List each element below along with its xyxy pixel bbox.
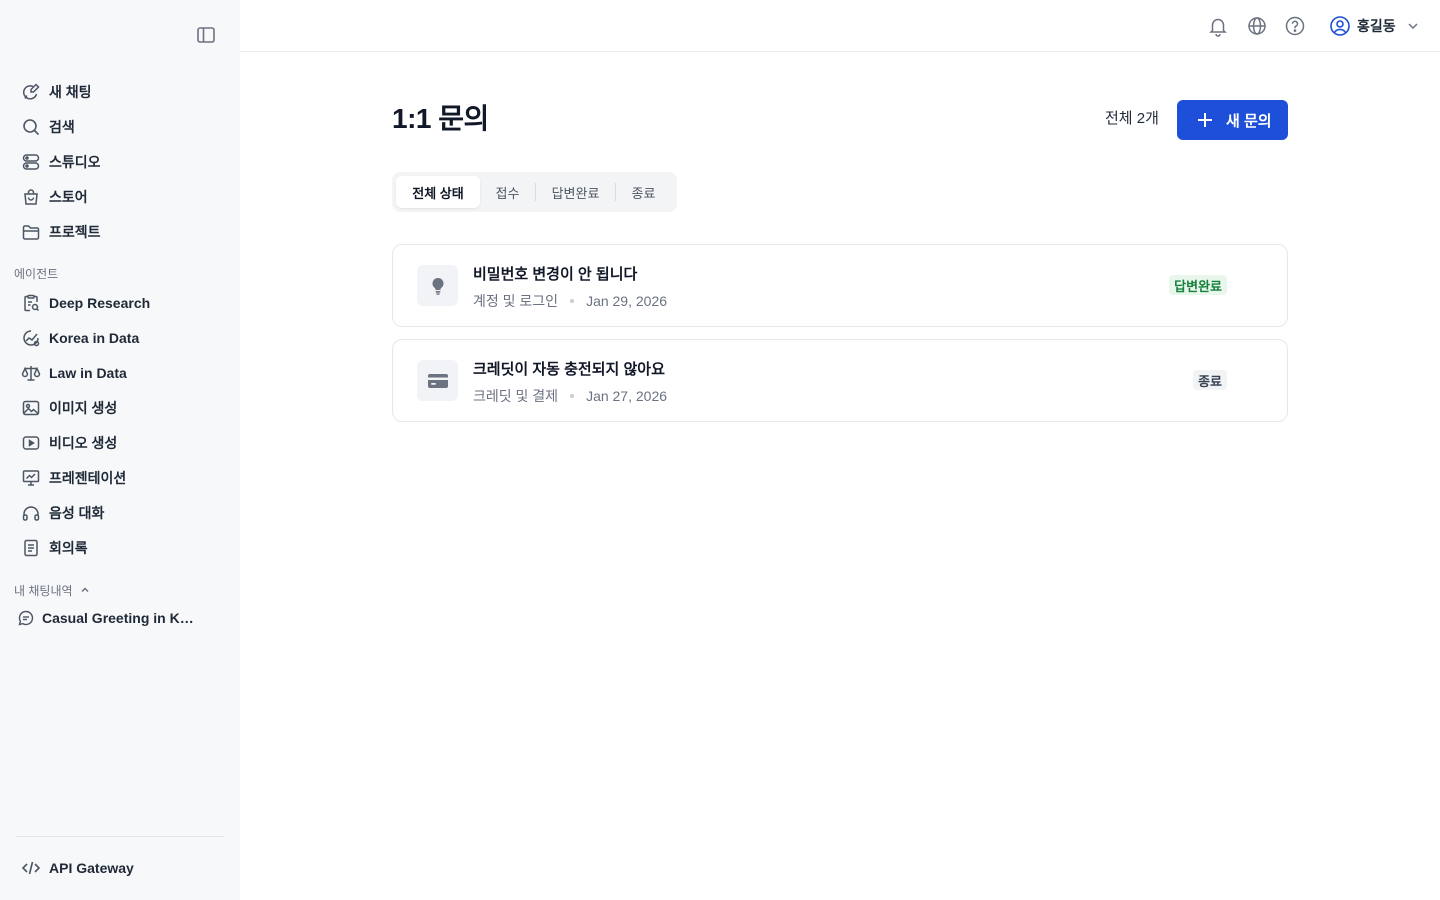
- new-inquiry-label: 새 문의: [1226, 112, 1272, 130]
- history-section-header[interactable]: 내 채팅내역: [0, 579, 240, 601]
- sidebar-nav: 새 채팅 검색 스튜디오 스토어 프로젝트 에이전트 Deep Research…: [0, 74, 240, 633]
- sidebar-item-search[interactable]: 검색: [0, 109, 240, 144]
- sidebar-item-store[interactable]: 스토어: [0, 179, 240, 214]
- plus-icon: [1196, 111, 1214, 129]
- chevron-up-icon: [79, 584, 91, 596]
- top-header: 홍길동: [240, 0, 1440, 52]
- sidebar-item-video-gen[interactable]: 비디오 생성: [0, 425, 240, 460]
- history-item[interactable]: Casual Greeting in Korean: [0, 603, 240, 633]
- inquiry-card[interactable]: 비밀번호 변경이 안 됩니다 계정 및 로그인 Jan 29, 2026 답변완…: [392, 244, 1288, 327]
- notes-icon: [21, 538, 41, 558]
- tab-all-status[interactable]: 전체 상태: [396, 176, 480, 208]
- data-chart-icon: [21, 328, 41, 348]
- sidebar-item-meeting-notes[interactable]: 회의록: [0, 530, 240, 565]
- history-section-label: 내 채팅내역: [14, 583, 73, 598]
- inquiry-date: Jan 27, 2026: [586, 388, 668, 404]
- research-clipboard-icon: [21, 293, 41, 313]
- sidebar-item-label: Deep Research: [49, 294, 151, 311]
- sidebar-item-image-gen[interactable]: 이미지 생성: [0, 390, 240, 425]
- sidebar-item-label: 프로젝트: [49, 223, 101, 240]
- sidebar: 새 채팅 검색 스튜디오 스토어 프로젝트 에이전트 Deep Research…: [0, 0, 240, 900]
- new-chat-icon: [21, 82, 41, 102]
- inquiry-category: 계정 및 로그인: [473, 293, 559, 309]
- sidebar-item-api-gateway[interactable]: API Gateway: [0, 850, 240, 885]
- sidebar-item-label: 비디오 생성: [49, 434, 118, 451]
- status-tabs: 전체 상태 접수 답변완료 종료: [392, 172, 677, 212]
- sidebar-item-label: API Gateway: [49, 859, 134, 876]
- meta-separator: [570, 299, 575, 303]
- sidebar-item-label: Law in Data: [49, 364, 127, 381]
- inquiry-category: 크레딧 및 결제: [473, 388, 559, 404]
- studio-icon: [21, 152, 41, 172]
- total-count: 전체 2개: [1105, 110, 1159, 127]
- meta-separator: [570, 394, 575, 398]
- inquiry-title: 비밀번호 변경이 안 됩니다: [473, 266, 638, 283]
- agents-section-label: 에이전트: [14, 266, 59, 281]
- headphones-icon: [21, 503, 41, 523]
- chevron-down-icon: [1406, 19, 1420, 33]
- sidebar-toggle-icon[interactable]: [195, 24, 217, 46]
- sidebar-item-label: 스토어: [49, 188, 88, 205]
- help-icon[interactable]: [1284, 15, 1306, 37]
- presentation-icon: [21, 468, 41, 488]
- new-inquiry-button[interactable]: 새 문의: [1177, 100, 1288, 140]
- sidebar-item-presentation[interactable]: 프레젠테이션: [0, 460, 240, 495]
- sidebar-item-label: Korea in Data: [49, 329, 140, 346]
- store-bag-icon: [21, 187, 41, 207]
- sidebar-item-korea-in-data[interactable]: Korea in Data: [0, 320, 240, 355]
- globe-icon[interactable]: [1246, 15, 1268, 37]
- inquiry-title: 크레딧이 자동 충전되지 않아요: [473, 361, 665, 378]
- video-icon: [21, 433, 41, 453]
- sidebar-item-law-in-data[interactable]: Law in Data: [0, 355, 240, 390]
- inquiry-date: Jan 29, 2026: [586, 293, 668, 309]
- sidebar-item-voice-chat[interactable]: 음성 대화: [0, 495, 240, 530]
- inquiry-card[interactable]: 크레딧이 자동 충전되지 않아요 크레딧 및 결제 Jan 27, 2026 종…: [392, 339, 1288, 422]
- scale-icon: [21, 363, 41, 383]
- sidebar-item-project[interactable]: 프로젝트: [0, 214, 240, 249]
- chat-bubble-icon: [17, 609, 35, 627]
- history-item-label: Casual Greeting in Korean: [42, 610, 202, 626]
- sidebar-item-new-chat[interactable]: 새 채팅: [0, 74, 240, 109]
- tab-closed[interactable]: 종료: [616, 176, 671, 208]
- sidebar-item-label: 프레젠테이션: [49, 469, 127, 486]
- sidebar-item-label: 스튜디오: [49, 153, 101, 170]
- search-icon: [21, 117, 41, 137]
- sidebar-item-label: 이미지 생성: [49, 399, 118, 416]
- user-name: 홍길동: [1357, 18, 1396, 34]
- sidebar-item-studio[interactable]: 스튜디오: [0, 144, 240, 179]
- sidebar-item-deep-research[interactable]: Deep Research: [0, 285, 240, 320]
- code-icon: [21, 858, 41, 878]
- sidebar-item-label: 음성 대화: [49, 504, 105, 521]
- bell-icon[interactable]: [1207, 15, 1229, 37]
- image-icon: [21, 398, 41, 418]
- user-menu[interactable]: 홍길동: [1329, 14, 1420, 38]
- tab-answered[interactable]: 답변완료: [536, 176, 615, 208]
- credit-card-icon: [417, 360, 458, 401]
- inquiry-meta: 계정 및 로그인 Jan 29, 2026: [473, 291, 667, 311]
- user-avatar-icon: [1329, 15, 1351, 37]
- sidebar-item-label: 검색: [49, 118, 75, 135]
- sidebar-item-label: 회의록: [49, 539, 88, 556]
- status-badge: 종료: [1193, 370, 1227, 390]
- sidebar-divider: [16, 836, 224, 837]
- lightbulb-icon: [417, 265, 458, 306]
- folder-icon: [21, 222, 41, 242]
- page-title: 1:1 문의: [392, 103, 489, 134]
- inquiry-meta: 크레딧 및 결제 Jan 27, 2026: [473, 386, 667, 406]
- status-badge: 답변완료: [1169, 275, 1227, 295]
- tab-received[interactable]: 접수: [480, 176, 535, 208]
- sidebar-item-label: 새 채팅: [49, 83, 92, 100]
